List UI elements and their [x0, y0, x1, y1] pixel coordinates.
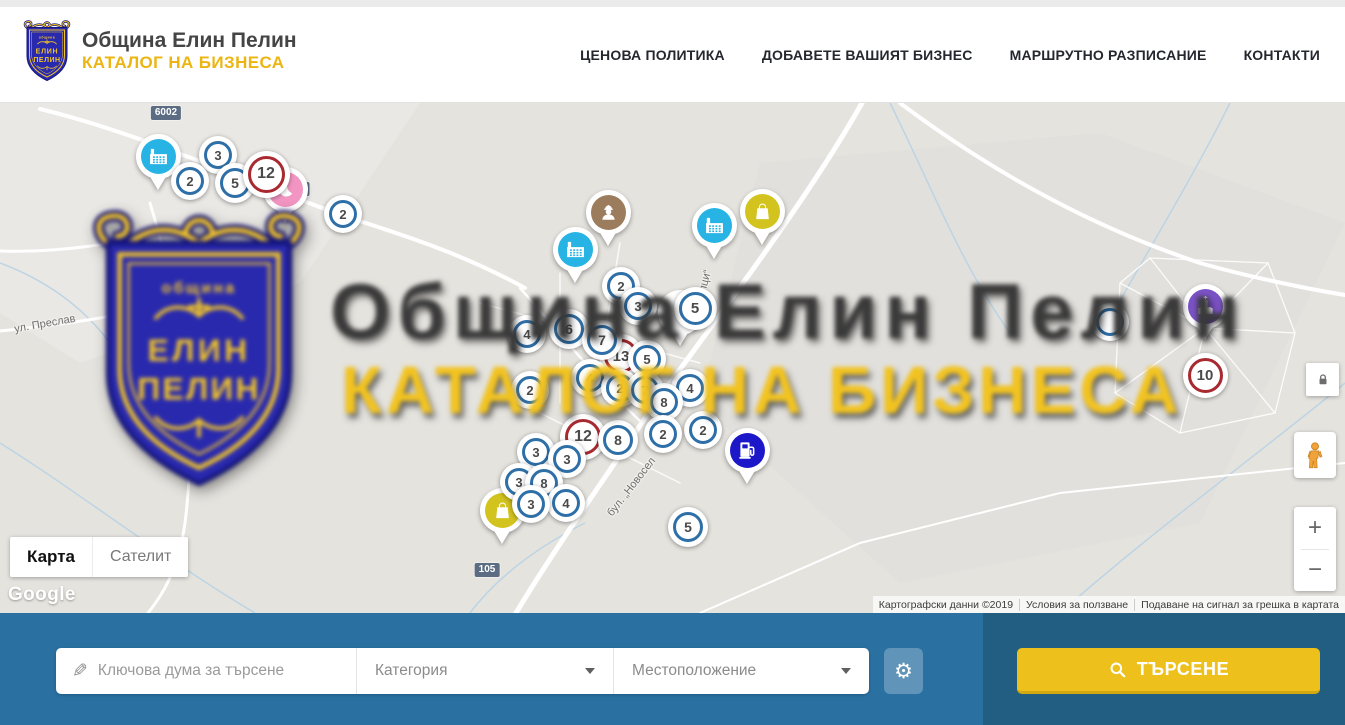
municipality-crest-logo	[22, 20, 72, 83]
cluster-count: 2	[516, 376, 544, 404]
chevron-down-icon	[585, 668, 595, 674]
cluster-count: 10	[1188, 358, 1223, 393]
cluster-count: 2	[689, 416, 717, 444]
street-view-pegman-button[interactable]	[1294, 432, 1336, 478]
fuel-icon	[736, 439, 759, 462]
map-pin-church[interactable]	[1183, 284, 1228, 343]
cluster-count: 3	[517, 490, 545, 518]
map-cluster[interactable]: 2	[684, 411, 722, 449]
map-cluster[interactable]: 10	[1183, 353, 1228, 398]
search-button-label: ТЪРСЕНЕ	[1137, 659, 1229, 680]
map-cluster[interactable]	[1091, 303, 1129, 341]
page: Община Елин Пелин КАТАЛОГ НА БИЗНЕСА ЦЕН…	[0, 0, 1345, 725]
site-subtitle: КАТАЛОГ НА БИЗНЕСА	[82, 53, 297, 73]
cluster-count: 4	[552, 489, 580, 517]
search-button[interactable]: ТЪРСЕНЕ	[1017, 648, 1320, 694]
nav-item-contacts[interactable]: КОНТАКТИ	[1244, 47, 1320, 63]
top-strip	[0, 0, 1345, 7]
main-nav: ЦЕНОВА ПОЛИТИКА ДОБАВЕТЕ ВАШИЯТ БИЗНЕС М…	[580, 7, 1320, 103]
search-fields: ✎ Категория Местоположение	[56, 648, 869, 694]
nav-item-pricing[interactable]: ЦЕНОВА ПОЛИТИКА	[580, 47, 725, 63]
cluster-count: 5	[673, 512, 703, 542]
cluster-count: 2	[176, 167, 204, 195]
keyword-field: ✎	[56, 648, 356, 694]
shopping-icon	[491, 499, 514, 522]
factory-icon	[703, 214, 726, 237]
location-value: Местоположение	[632, 662, 833, 680]
attribution-copyright: Картографски данни ©2019	[873, 599, 1019, 611]
lock-icon	[1315, 372, 1331, 388]
search-bar: ✎ Категория Местоположение ⚙ ТЪРСЕНЕ	[0, 613, 1345, 725]
map-pin-factory[interactable]	[553, 227, 598, 286]
cluster-count: 2	[329, 200, 357, 228]
map-cluster[interactable]: 5	[674, 287, 717, 330]
advanced-search-gear-button[interactable]: ⚙	[884, 648, 923, 694]
shopping-icon	[751, 200, 774, 223]
church-icon	[1194, 295, 1217, 318]
map-cluster[interactable]: 7	[582, 320, 622, 360]
lock-button[interactable]	[1306, 363, 1339, 396]
map-pin-shopping[interactable]	[740, 189, 785, 248]
map-cluster[interactable]: 2	[644, 415, 682, 453]
map-pin-fuel[interactable]	[725, 428, 770, 487]
factory-icon	[564, 238, 587, 261]
map-type-map-button[interactable]: Карта	[10, 537, 92, 577]
chevron-down-icon	[841, 668, 851, 674]
gear-icon: ⚙	[894, 659, 913, 684]
cluster-count: 4	[576, 364, 604, 392]
google-logo[interactable]: Google	[8, 584, 76, 606]
category-value: Категория	[375, 662, 577, 680]
map-markers-layer: 32512223513647542274822128333843510	[0, 103, 1345, 613]
cluster-count: 2	[649, 420, 677, 448]
site-title: Община Елин Пелин	[82, 29, 297, 53]
google-map[interactable]: 6002105ул. Преславбул. „Новоселлци“	[0, 103, 1345, 613]
construction-icon	[597, 201, 620, 224]
attribution-report-error-link[interactable]: Подаване на сигнал за грешка в картата	[1134, 599, 1345, 611]
location-dropdown[interactable]: Местоположение	[613, 648, 869, 694]
zoom-control: + −	[1294, 507, 1336, 591]
site-logo[interactable]: Община Елин Пелин КАТАЛОГ НА БИЗНЕСА	[22, 20, 297, 83]
map-cluster[interactable]: 2	[171, 162, 209, 200]
map-cluster[interactable]: 2	[511, 371, 549, 409]
cluster-count: 3	[624, 292, 652, 320]
map-cluster[interactable]: 2	[324, 195, 362, 233]
cluster-count: 5	[633, 345, 661, 373]
map-cluster[interactable]: 12	[243, 151, 290, 198]
map-cluster[interactable]: 8	[598, 420, 638, 460]
attribution-terms-link[interactable]: Условия за ползване	[1019, 599, 1134, 611]
map-cluster[interactable]: 5	[668, 507, 708, 547]
map-cluster[interactable]: 3	[619, 287, 657, 325]
cluster-count: 3	[522, 438, 550, 466]
map-attribution: Картографски данни ©2019 Условия за полз…	[873, 596, 1345, 613]
search-icon	[1108, 660, 1127, 679]
map-cluster[interactable]: 3	[512, 485, 550, 523]
map-cluster[interactable]: 4	[508, 315, 546, 353]
pegman-icon	[1302, 440, 1328, 470]
zoom-in-button[interactable]: +	[1294, 507, 1336, 549]
cluster-count: 5	[679, 292, 712, 325]
map-type-satellite-button[interactable]: Сателит	[92, 537, 188, 577]
cluster-count: 8	[603, 425, 633, 455]
cluster-count: 12	[248, 156, 285, 193]
cluster-count	[1096, 308, 1124, 336]
map-pin-factory[interactable]	[692, 203, 737, 262]
cluster-count: 4	[513, 320, 541, 348]
map-type-control: Карта Сателит	[10, 537, 188, 577]
pencil-icon: ✎	[72, 660, 88, 683]
cluster-count: 7	[587, 325, 617, 355]
map-cluster[interactable]: 4	[547, 484, 585, 522]
zoom-out-button[interactable]: −	[1294, 550, 1336, 592]
keyword-search-input[interactable]	[98, 662, 342, 680]
category-dropdown[interactable]: Категория	[356, 648, 613, 694]
cluster-count: 6	[554, 314, 584, 344]
factory-icon	[147, 145, 170, 168]
header: Община Елин Пелин КАТАЛОГ НА БИЗНЕСА ЦЕН…	[0, 7, 1345, 103]
nav-item-transport-schedule[interactable]: МАРШРУТНО РАЗПИСАНИЕ	[1010, 47, 1207, 63]
nav-item-add-business[interactable]: ДОБАВЕТЕ ВАШИЯТ БИЗНЕС	[762, 47, 973, 63]
cluster-count: 8	[650, 388, 678, 416]
